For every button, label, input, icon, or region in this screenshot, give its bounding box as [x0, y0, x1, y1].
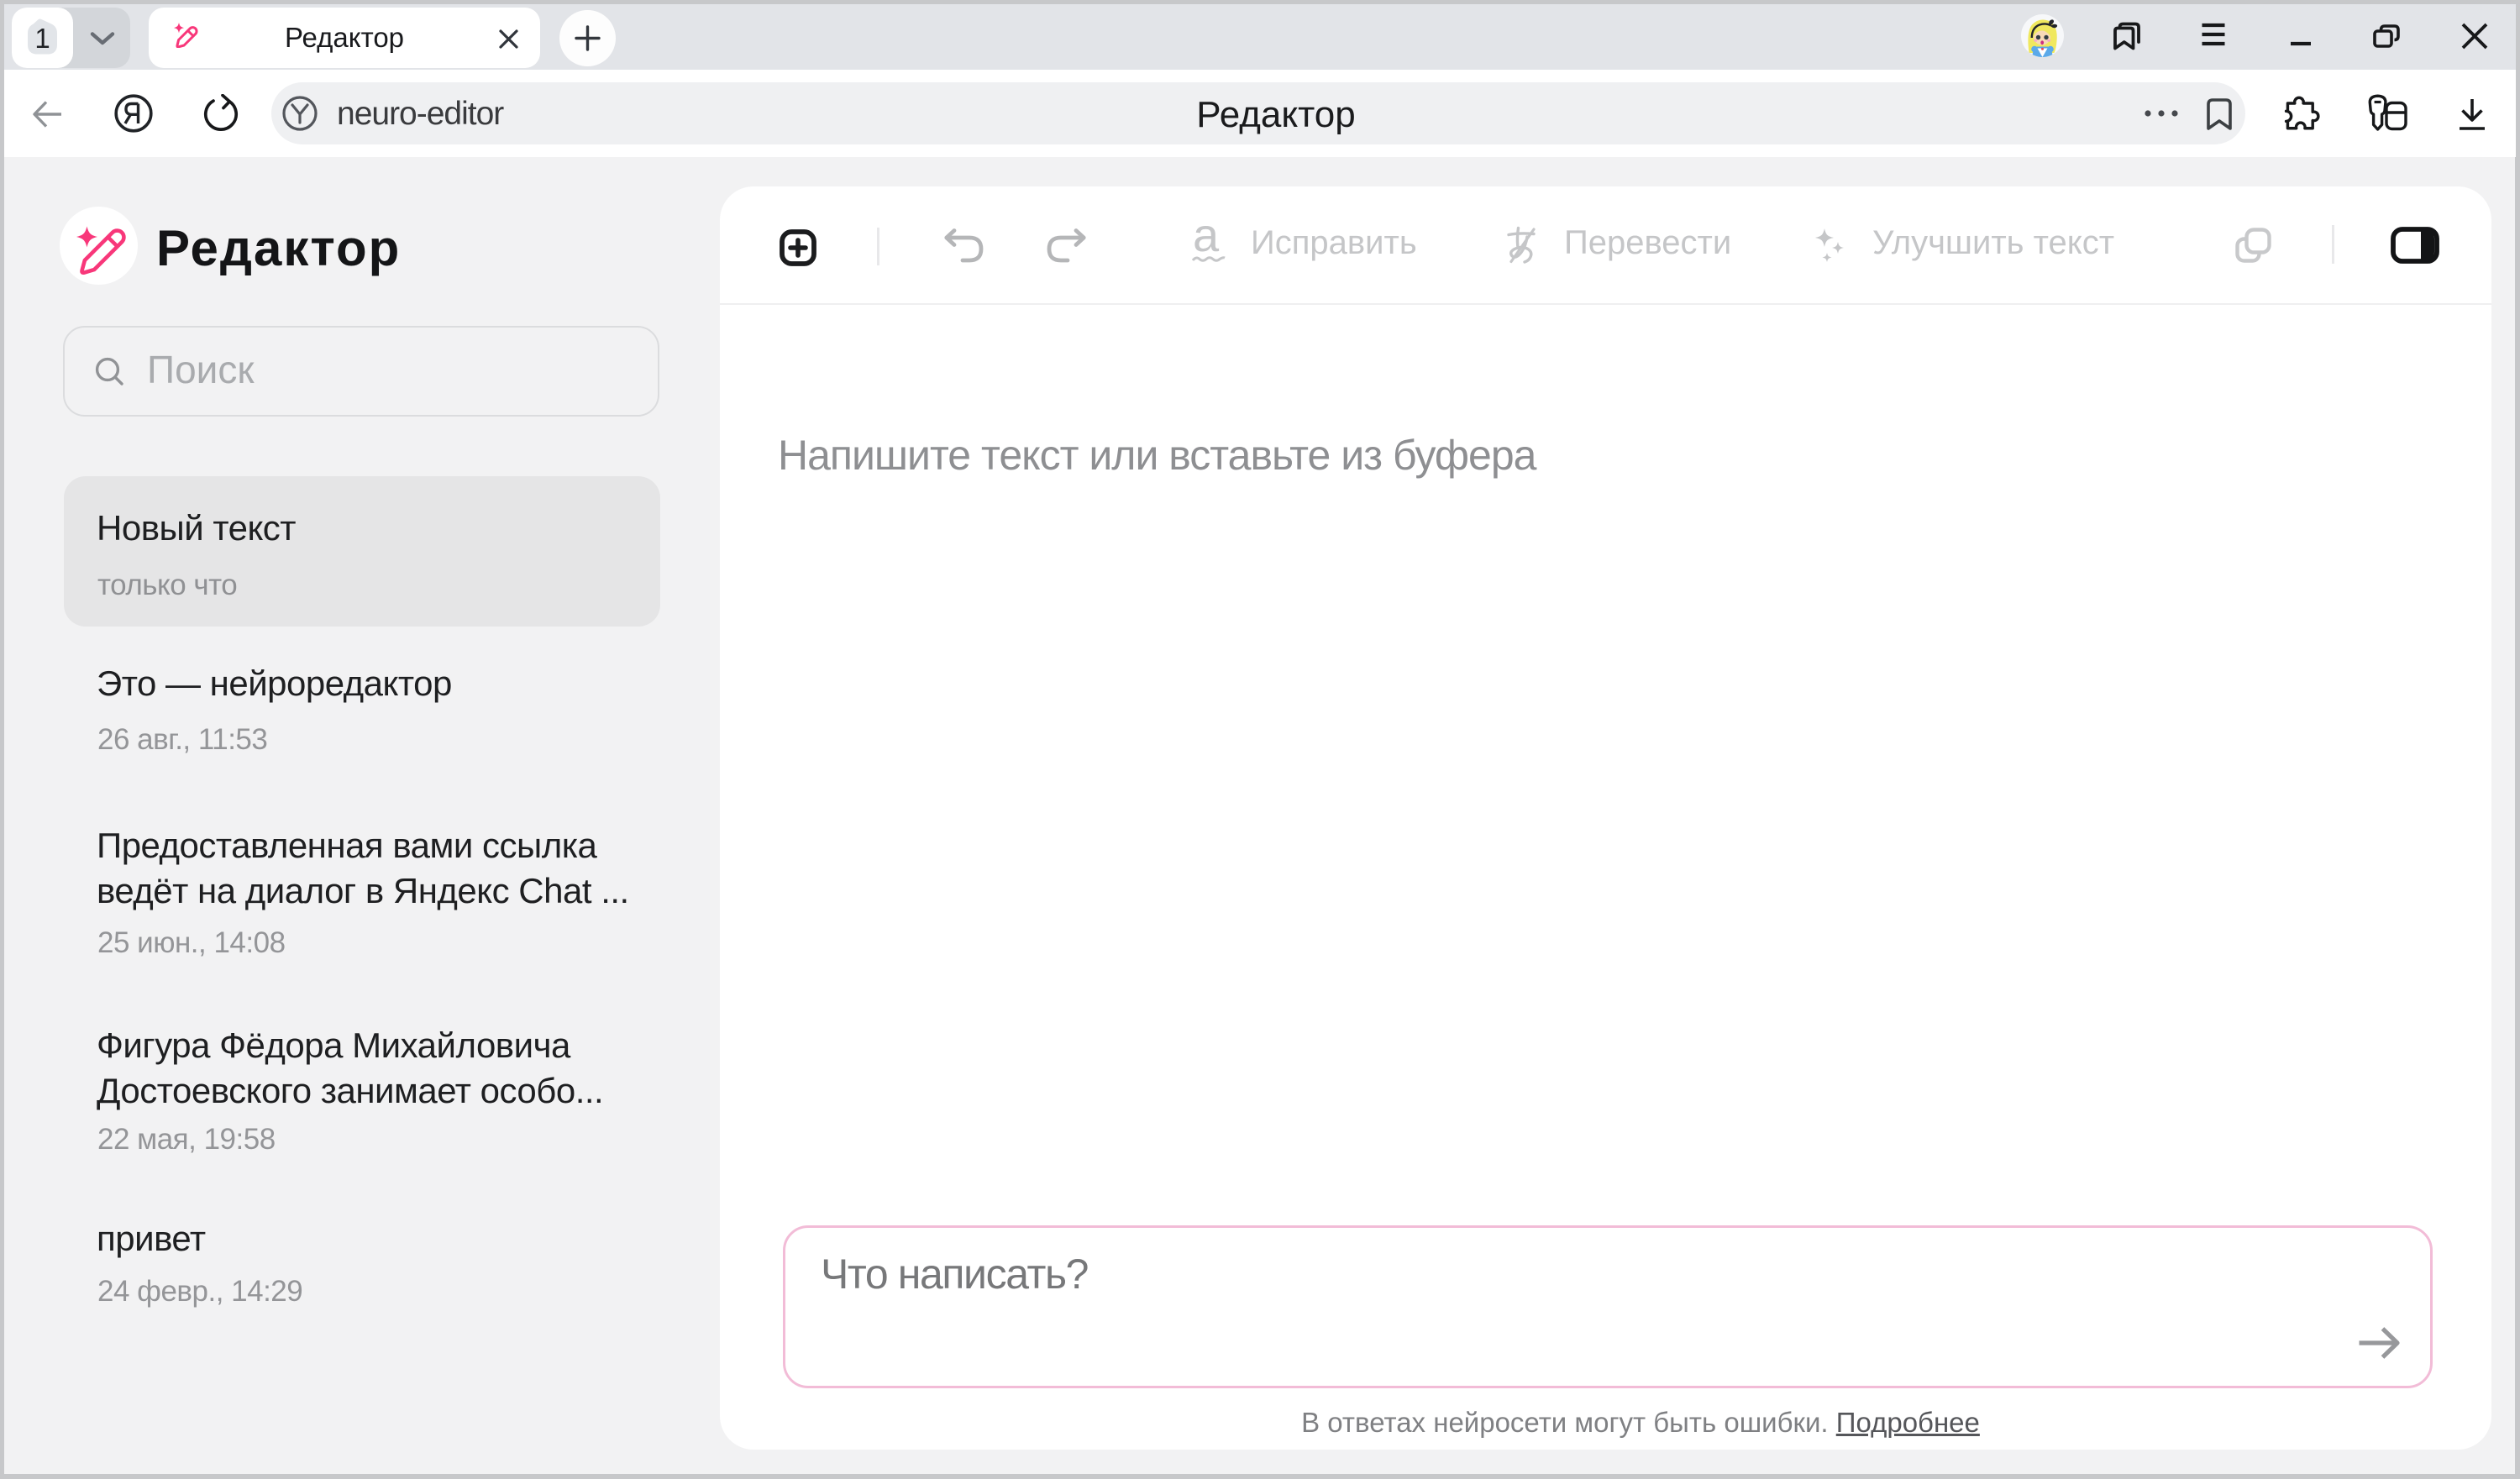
svg-text:1: 1: [34, 23, 50, 54]
